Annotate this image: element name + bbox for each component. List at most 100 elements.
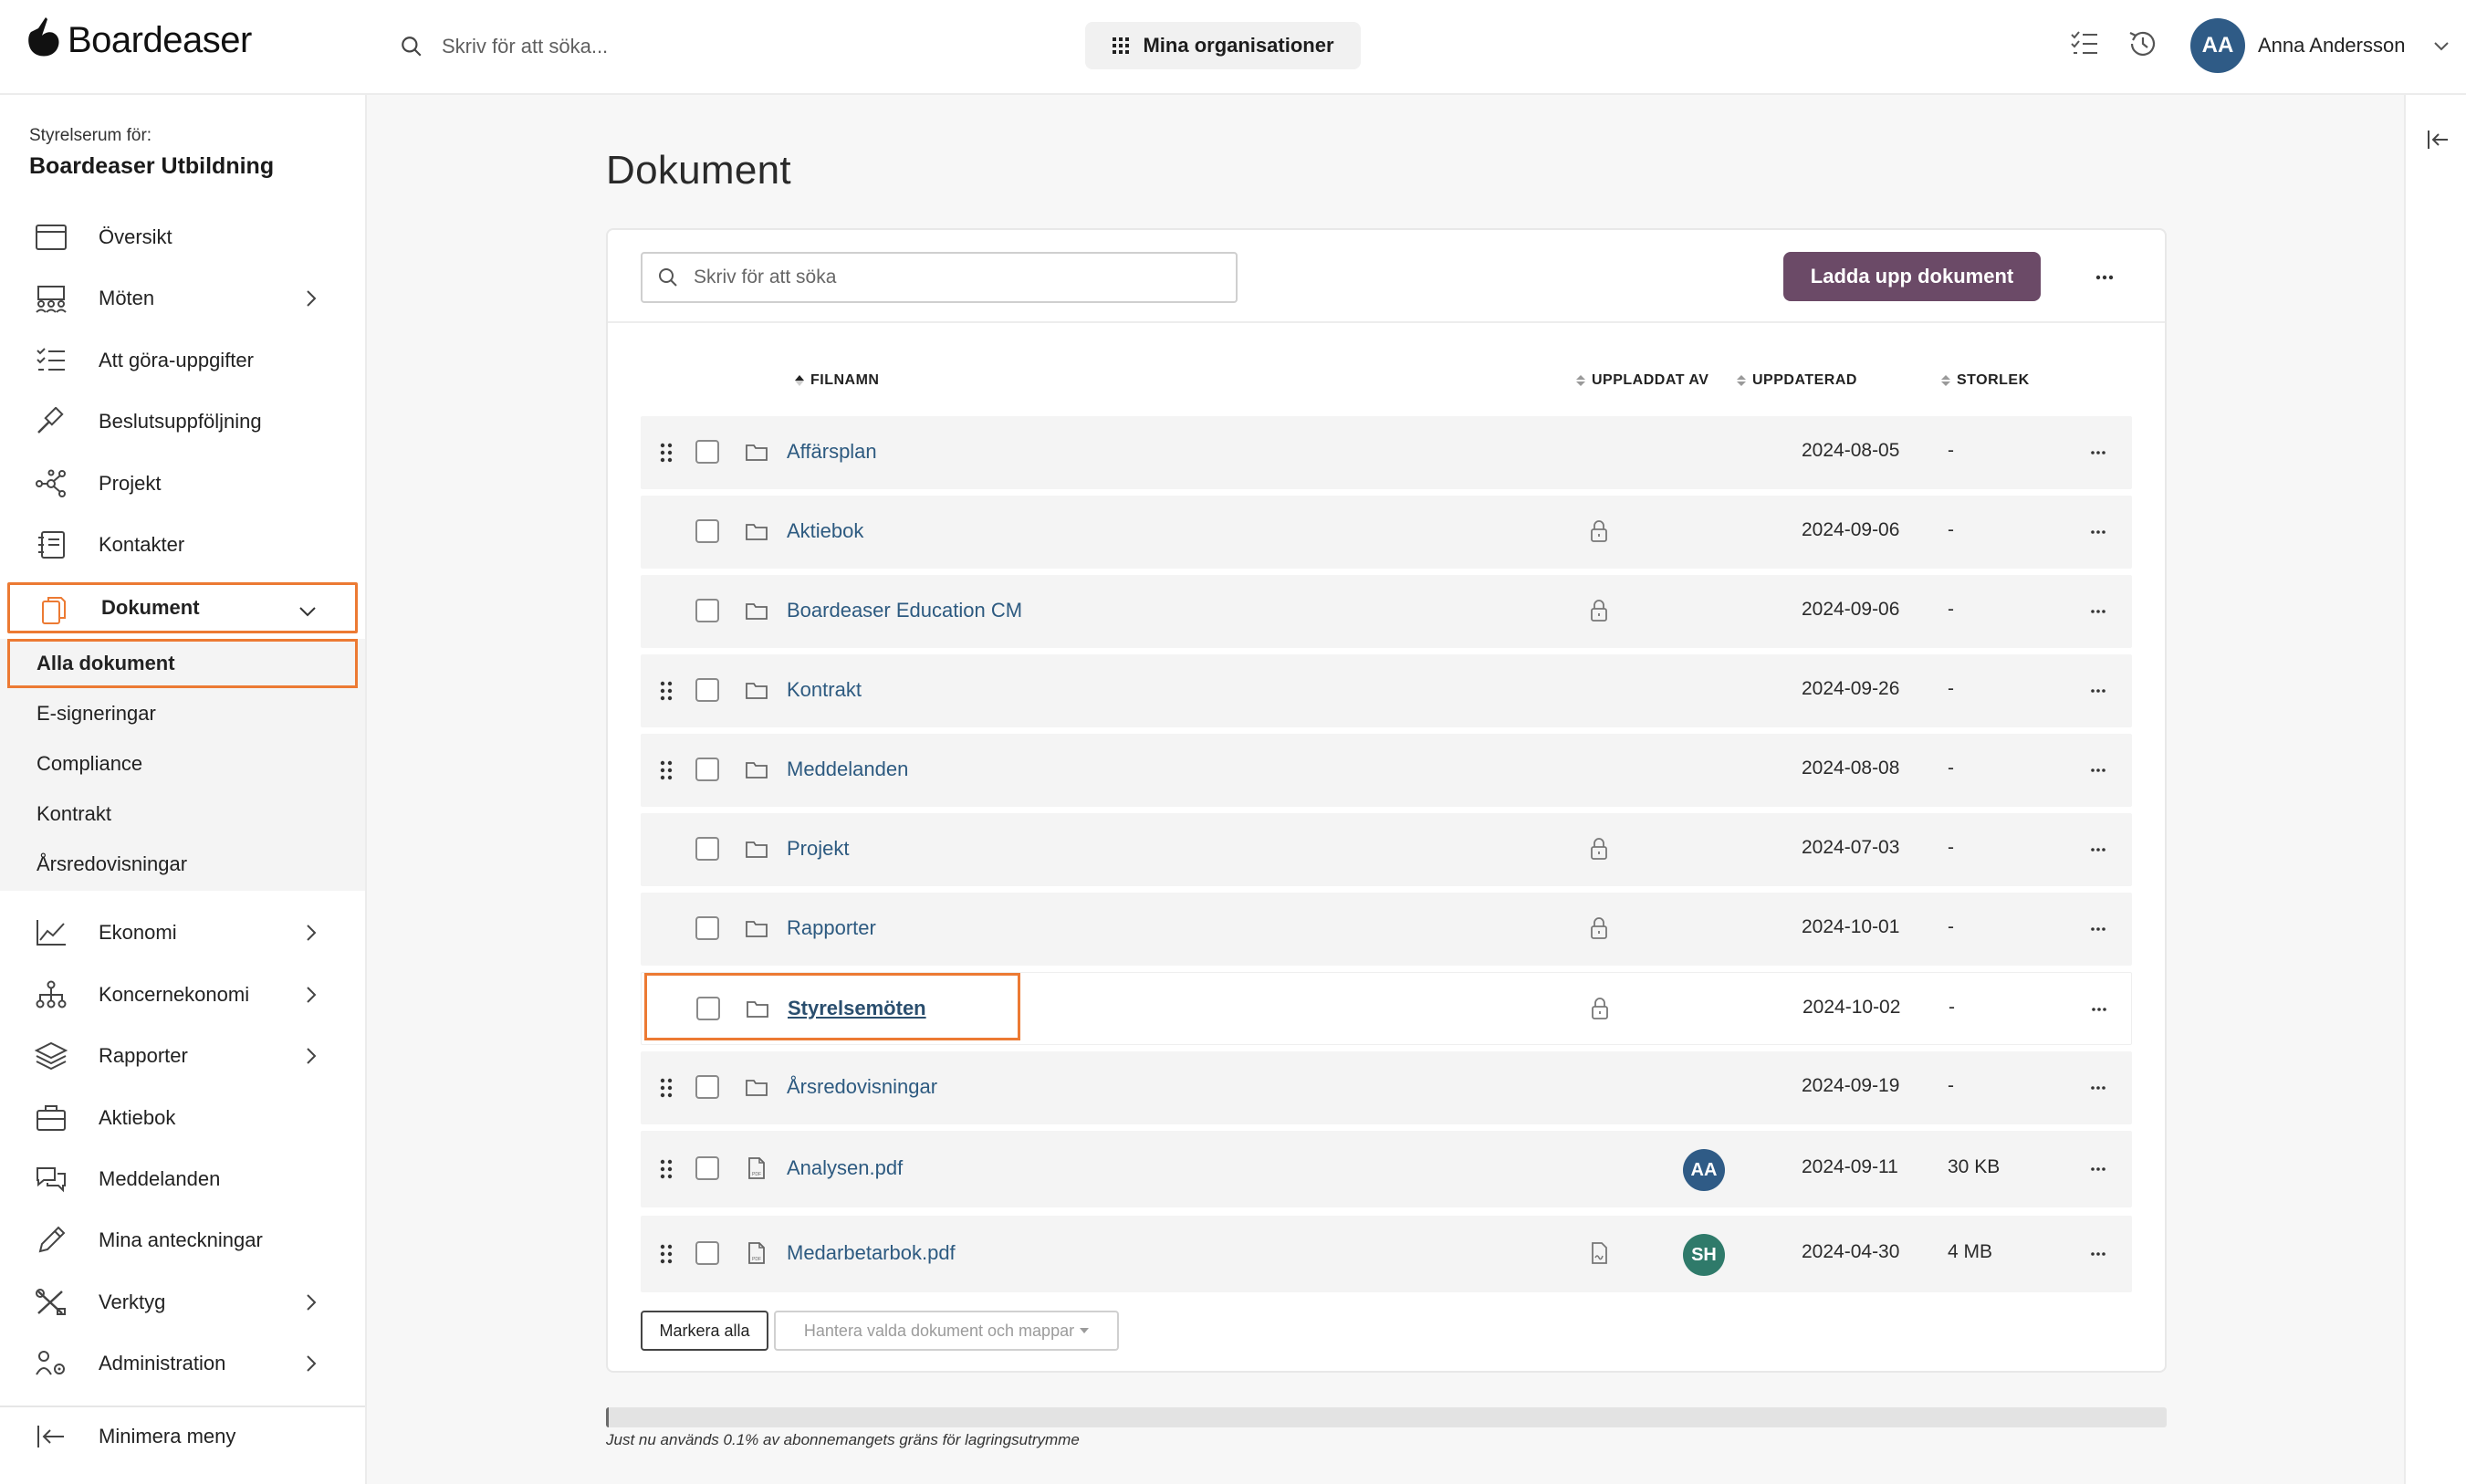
boardeaser-logo[interactable]: Boardeaser	[26, 15, 252, 66]
row-filename-link[interactable]: Affärsplan	[787, 440, 877, 464]
lock-icon	[1591, 917, 1607, 939]
drag-handle-icon[interactable]	[659, 442, 674, 464]
row-filename-link[interactable]: Årsredovisningar	[787, 1075, 937, 1099]
more-horizontal-icon	[2091, 1167, 2106, 1171]
row-more-button[interactable]	[2083, 676, 2114, 705]
row-checkbox[interactable]	[695, 1075, 719, 1099]
submenu-item-alla-dokument[interactable]: Alla dokument	[7, 639, 358, 688]
row-more-button[interactable]	[2083, 438, 2114, 467]
sidebar-item-label: Översikt	[99, 225, 172, 248]
row-checkbox[interactable]	[695, 599, 719, 622]
folder-icon	[746, 603, 768, 620]
more-horizontal-icon	[2091, 689, 2106, 693]
sidebar-item-att-gora[interactable]: Att göra-uppgifter	[7, 335, 358, 386]
sidebar-item-mina-anteckningar[interactable]: Mina anteckningar	[7, 1215, 358, 1266]
minimize-menu-button[interactable]: Minimera meny	[7, 1411, 358, 1462]
drag-handle-icon[interactable]	[659, 1158, 674, 1180]
sidebar-item-meddelanden[interactable]: Meddelanden	[7, 1154, 358, 1205]
row-checkbox[interactable]	[695, 1156, 719, 1180]
upload-document-button[interactable]: Ladda upp dokument	[1783, 252, 2041, 301]
row-filename-link[interactable]: Analysen.pdf	[787, 1156, 903, 1180]
row-checkbox[interactable]	[695, 837, 719, 861]
row-filename-link[interactable]: Boardeaser Education CM	[787, 599, 1022, 622]
tasks-checklist-icon[interactable]	[2068, 27, 2101, 60]
folder-icon	[746, 683, 768, 699]
table-row[interactable]: Aktiebok 2024-09-06 -	[641, 496, 2132, 569]
sidebar-item-verktyg[interactable]: Verktyg	[7, 1277, 358, 1328]
sidebar-item-projekt[interactable]: Projekt	[7, 458, 358, 509]
row-size: -	[1948, 440, 1954, 461]
column-header-updated[interactable]: UPPDATERAD	[1736, 372, 1857, 389]
row-more-button[interactable]	[2083, 835, 2114, 864]
table-row[interactable]: Årsredovisningar 2024-09-19 -	[641, 1051, 2132, 1124]
row-updated-date: 2024-08-08	[1802, 758, 1900, 779]
row-more-button[interactable]	[2083, 756, 2114, 785]
row-more-button[interactable]	[2084, 995, 2115, 1024]
mark-all-button[interactable]: Markera alla	[641, 1311, 768, 1351]
my-organizations-button[interactable]: Mina organisationer	[1085, 22, 1361, 69]
row-filename-link[interactable]: Kontrakt	[787, 678, 862, 702]
drag-handle-icon[interactable]	[659, 1243, 674, 1265]
row-updated-date: 2024-09-11	[1802, 1156, 1898, 1177]
row-checkbox[interactable]	[695, 916, 719, 940]
global-search[interactable]	[400, 27, 911, 66]
table-row[interactable]: Rapporter 2024-10-01 -	[641, 893, 2132, 966]
row-checkbox[interactable]	[695, 519, 719, 543]
submenu-item-kontrakt[interactable]: Kontrakt	[7, 789, 358, 839]
manage-selected-dropdown[interactable]: Hantera valda dokument och mappar	[774, 1311, 1119, 1351]
collapse-left-icon	[37, 1426, 64, 1447]
submenu-item-arsredovisningar[interactable]: Årsredovisningar	[7, 840, 358, 889]
drag-handle-icon[interactable]	[659, 759, 674, 781]
sidebar-item-label: Mina anteckningar	[99, 1228, 263, 1251]
submenu-item-e-signeringar[interactable]: E-signeringar	[7, 689, 358, 738]
row-filename-link[interactable]: Rapporter	[787, 916, 876, 940]
sidebar-item-administration[interactable]: Administration	[7, 1338, 358, 1389]
submenu-item-compliance[interactable]: Compliance	[7, 739, 358, 789]
row-checkbox[interactable]	[695, 1241, 719, 1265]
row-updated-date: 2024-10-02	[1802, 997, 1901, 1018]
table-row[interactable]: Boardeaser Education CM 2024-09-06 -	[641, 575, 2132, 648]
sidebar-item-label: Rapporter	[99, 1044, 188, 1067]
row-filename-link[interactable]: Aktiebok	[787, 519, 863, 543]
row-more-button[interactable]	[2083, 1073, 2114, 1103]
sidebar-item-aktiebok[interactable]: Aktiebok	[7, 1092, 358, 1144]
row-more-button[interactable]	[2083, 597, 2114, 626]
card-more-button[interactable]	[2086, 259, 2123, 296]
sidebar-item-kontakter[interactable]: Kontakter	[7, 519, 358, 570]
table-row[interactable]: Projekt 2024-07-03 -	[641, 813, 2132, 886]
row-checkbox[interactable]	[695, 440, 719, 464]
global-search-input[interactable]	[442, 35, 880, 58]
row-checkbox[interactable]	[695, 678, 719, 702]
row-more-button[interactable]	[2083, 517, 2114, 547]
table-row[interactable]: PDF Medarbetarbok.pdf SH 2024-04-30 4 MB	[641, 1216, 2132, 1292]
sidebar-item-beslutsuppfoljning[interactable]: Beslutsuppföljning	[7, 396, 358, 447]
documents-search-input[interactable]	[694, 266, 1205, 288]
drag-handle-icon[interactable]	[659, 1077, 674, 1099]
documents-search[interactable]	[641, 252, 1238, 303]
row-more-button[interactable]	[2083, 914, 2114, 944]
row-more-button[interactable]	[2083, 1239, 2114, 1269]
sidebar-item-dokument[interactable]: Dokument	[7, 582, 358, 633]
row-more-button[interactable]	[2083, 1155, 2114, 1184]
sidebar-item-rapporter[interactable]: Rapporter	[7, 1030, 358, 1082]
user-menu[interactable]: AA Anna Andersson	[2190, 18, 2452, 73]
row-checkbox[interactable]	[695, 758, 719, 781]
row-filename-link[interactable]: Projekt	[787, 837, 849, 861]
row-filename-link[interactable]: Meddelanden	[787, 758, 908, 781]
column-header-size[interactable]: STORLEK	[1940, 372, 2030, 389]
sidebar-item-ekonomi[interactable]: Ekonomi	[7, 907, 358, 958]
history-icon[interactable]	[2126, 27, 2159, 60]
row-filename-link[interactable]: Medarbetarbok.pdf	[787, 1241, 956, 1265]
sidebar-item-oversikt[interactable]: Översikt	[7, 212, 358, 263]
table-row[interactable]: PDF Analysen.pdf AA 2024-09-11 30 KB	[641, 1131, 2132, 1207]
table-row[interactable]: Affärsplan 2024-08-05 -	[641, 416, 2132, 489]
right-panel-rail	[2404, 95, 2466, 1484]
sidebar-item-moten[interactable]: Möten	[7, 273, 358, 324]
column-header-uploaded-by[interactable]: UPPLADDAT AV	[1575, 372, 1708, 389]
table-row[interactable]: Meddelanden 2024-08-08 -	[641, 734, 2132, 807]
sidebar-item-koncernekonomi[interactable]: Koncernekonomi	[7, 969, 358, 1020]
expand-panel-icon[interactable]	[2426, 128, 2450, 152]
drag-handle-icon[interactable]	[659, 680, 674, 702]
column-header-filename[interactable]: FILNAMN	[794, 372, 879, 389]
table-row[interactable]: Kontrakt 2024-09-26 -	[641, 654, 2132, 727]
